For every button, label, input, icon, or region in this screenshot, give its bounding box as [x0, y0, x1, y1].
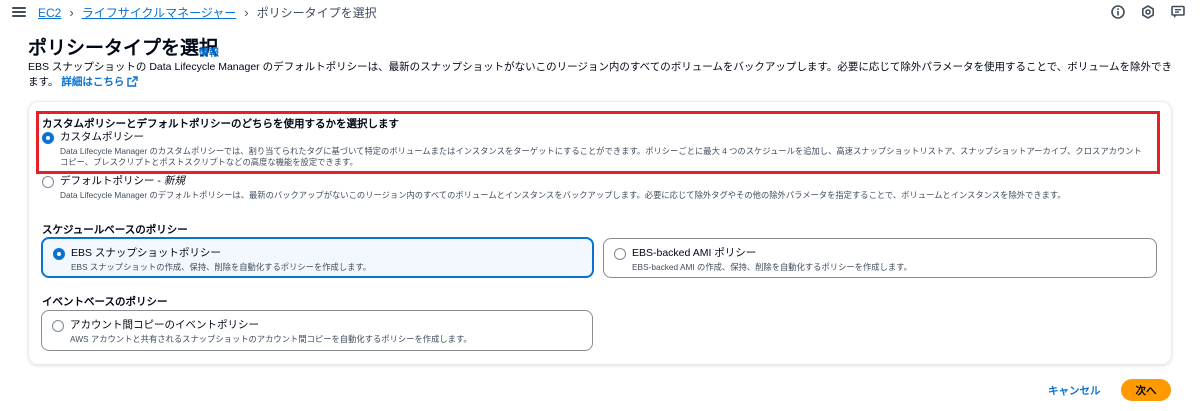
ebs-ami-policy-radio[interactable] [614, 248, 626, 260]
custom-policy-option[interactable]: カスタムポリシー Data Lifecycle Manager のカスタムポリシ… [42, 131, 1147, 168]
ebs-ami-policy-description: EBS-backed AMI の作成、保持、削除を自動化するポリシーを作成します… [632, 262, 912, 272]
default-policy-radio[interactable] [42, 176, 54, 188]
top-icons [1110, 4, 1186, 20]
chevron-right-icon: › [244, 5, 249, 20]
cross-account-policy-description: AWS アカウントと共有されるスナップショットのアカウント間コピーを自動化するポ… [70, 334, 472, 344]
default-policy-label-text: デフォルトポリシー - [60, 175, 164, 187]
breadcrumb-ec2[interactable]: EC2 [38, 6, 61, 20]
default-policy-new-badge: 新規 [163, 175, 185, 187]
ebs-snapshot-policy-description: EBS スナップショットの作成、保持、削除を自動化するポリシーを作成します。 [71, 262, 372, 272]
custom-policy-description: Data Lifecycle Manager のカスタムポリシーでは、割り当てら… [60, 146, 1142, 167]
next-button[interactable]: 次へ [1121, 379, 1171, 401]
breadcrumb: EC2 › ライフサイクルマネージャー › ポリシータイプを選択 [38, 4, 377, 21]
ebs-ami-policy-label: EBS-backed AMI ポリシー [632, 247, 757, 259]
default-policy-description: Data Lifecycle Manager のデフォルトポリシーは、最新のバッ… [60, 190, 1066, 200]
policy-choice-label: カスタムポリシーとデフォルトポリシーのどちらを使用するかを選択します [42, 118, 399, 130]
external-link-icon [127, 75, 139, 87]
custom-policy-radio[interactable] [42, 132, 54, 144]
cross-account-policy-label: アカウント間コピーのイベントポリシー [70, 319, 259, 331]
breadcrumb-current: ポリシータイプを選択 [256, 6, 377, 20]
cancel-button[interactable]: キャンセル [1048, 383, 1101, 398]
learn-more-link[interactable]: 詳細はこちら [61, 75, 139, 88]
ebs-snapshot-policy-label: EBS スナップショットポリシー [71, 247, 221, 259]
cross-account-policy-tile[interactable]: アカウント間コピーのイベントポリシー AWS アカウントと共有されるスナップショ… [41, 310, 593, 351]
feedback-icon[interactable] [1170, 4, 1186, 20]
event-based-label: イベントベースのポリシー [42, 296, 168, 308]
page-description: EBS スナップショットの Data Lifecycle Manager のデフ… [28, 60, 1176, 89]
ebs-ami-policy-option[interactable]: EBS-backed AMI ポリシー EBS-backed AMI の作成、保… [614, 247, 1146, 273]
custom-policy-label: カスタムポリシー [60, 131, 144, 143]
ebs-snapshot-policy-radio[interactable] [53, 248, 65, 260]
chevron-right-icon: › [69, 5, 74, 20]
learn-more-label: 詳細はこちら [61, 75, 125, 88]
info-link[interactable]: 情報 [199, 44, 219, 59]
settings-icon[interactable] [1140, 4, 1156, 20]
ebs-ami-policy-tile[interactable]: EBS-backed AMI ポリシー EBS-backed AMI の作成、保… [603, 238, 1157, 278]
top-bar: EC2 › ライフサイクルマネージャー › ポリシータイプを選択 [0, 0, 1200, 24]
schedule-based-label: スケジュールベースのポリシー [42, 224, 188, 236]
menu-icon[interactable] [12, 5, 26, 19]
default-policy-label: デフォルトポリシー - 新規 [60, 175, 1066, 188]
cross-account-policy-radio[interactable] [52, 320, 64, 332]
ebs-snapshot-policy-option[interactable]: EBS スナップショットポリシー EBS スナップショットの作成、保持、削除を自… [53, 247, 582, 273]
cross-account-policy-option[interactable]: アカウント間コピーのイベントポリシー AWS アカウントと共有されるスナップショ… [52, 319, 582, 345]
default-policy-option[interactable]: デフォルトポリシー - 新規 Data Lifecycle Manager のデ… [42, 175, 1147, 201]
ebs-snapshot-policy-tile[interactable]: EBS スナップショットポリシー EBS スナップショットの作成、保持、削除を自… [41, 237, 594, 278]
description-text: EBS スナップショットの Data Lifecycle Manager のデフ… [28, 61, 1172, 88]
breadcrumb-lifecycle-manager[interactable]: ライフサイクルマネージャー [82, 4, 237, 21]
page-title: ポリシータイプを選択 [28, 38, 219, 59]
info-circle-icon[interactable] [1110, 4, 1126, 20]
